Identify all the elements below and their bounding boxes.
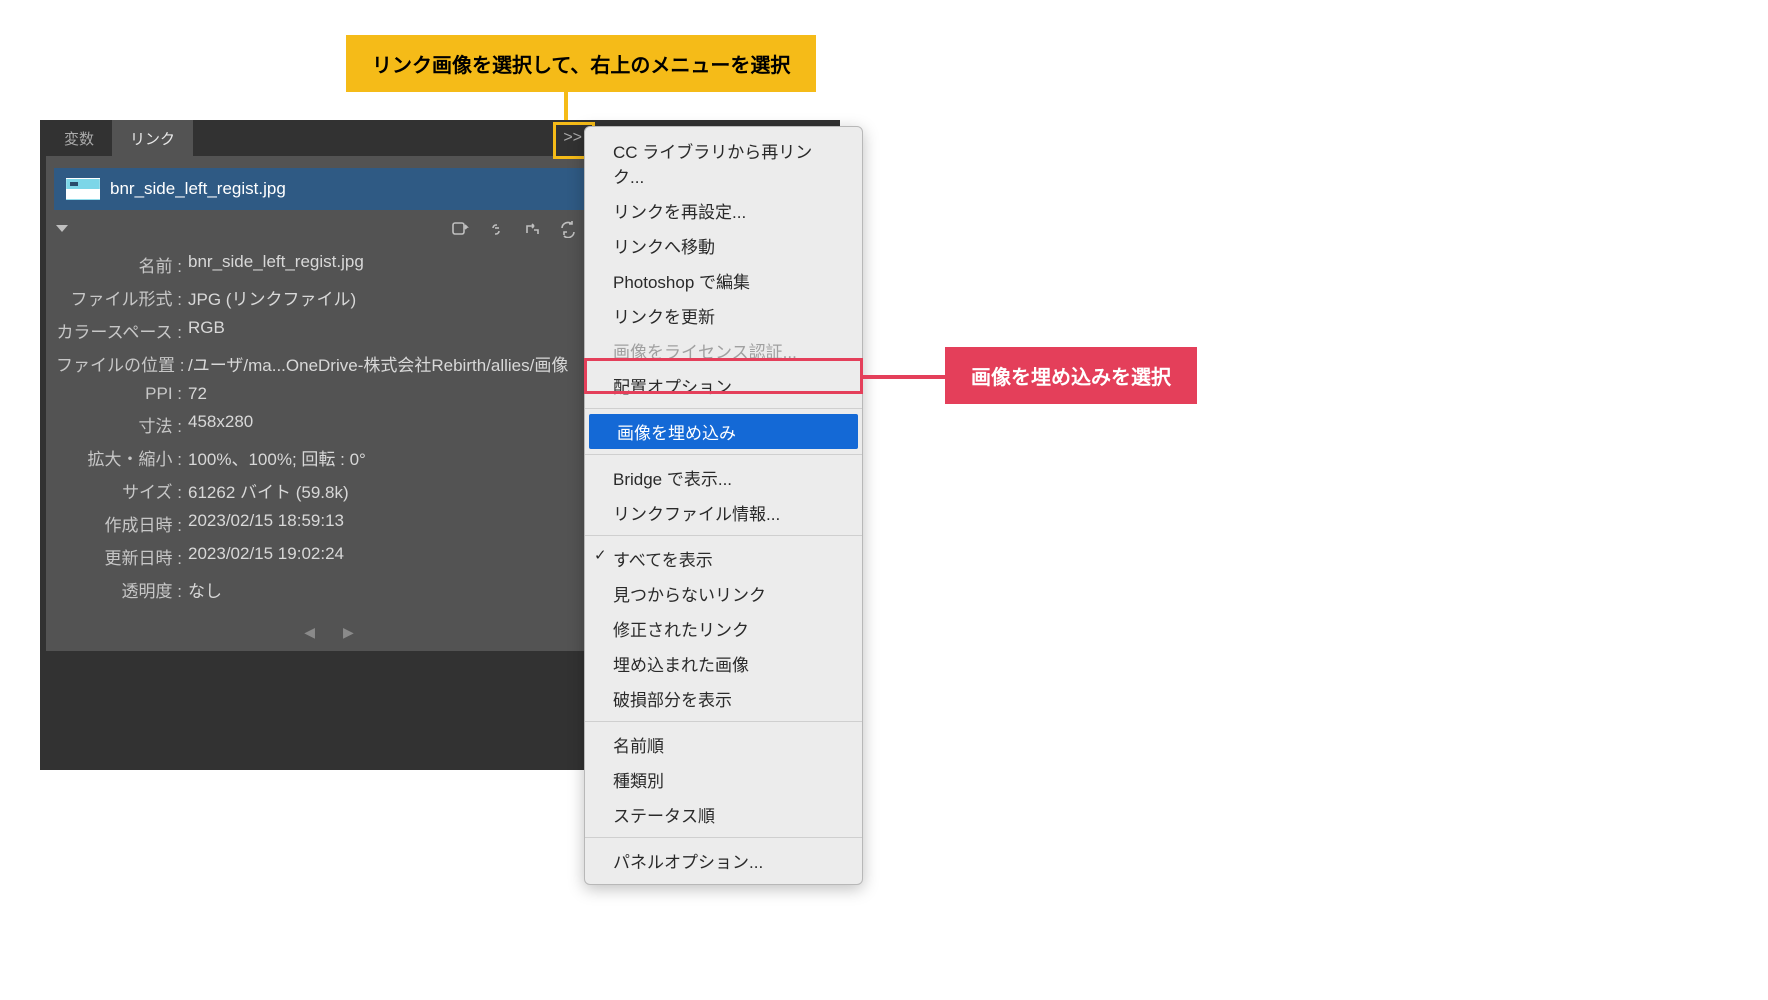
detail-label: 透明度 : [56, 577, 188, 602]
detail-row: 名前 :bnr_side_left_regist.jpg [56, 248, 614, 281]
menu-item[interactable]: リンクファイル情報... [585, 495, 862, 530]
menu-item[interactable]: ステータス順 [585, 797, 862, 832]
menu-separator [585, 408, 862, 409]
detail-value: 2023/02/15 19:02:24 [188, 544, 614, 569]
link-filename: bnr_side_left_regist.jpg [110, 179, 286, 199]
menu-separator [585, 454, 862, 455]
menu-item[interactable]: 名前順 [585, 727, 862, 762]
menu-separator [585, 535, 862, 536]
tab-variables[interactable]: 変数 [46, 120, 112, 157]
menu-item[interactable]: 種類別 [585, 762, 862, 797]
detail-value: 100%、100%; 回転 : 0° [188, 445, 614, 470]
detail-value: /ユーザ/ma...OneDrive-株式会社Rebirth/allies/画像 [188, 351, 614, 376]
menu-item[interactable]: 見つからないリンク [585, 576, 862, 611]
menu-item[interactable]: Bridge で表示... [585, 460, 862, 495]
detail-row: 拡大・縮小 :100%、100%; 回転 : 0° [56, 441, 614, 474]
annotation-right-line [863, 375, 945, 379]
update-link-icon[interactable] [558, 218, 578, 238]
detail-label: 寸法 : [56, 412, 188, 437]
detail-row: 寸法 :458x280 [56, 408, 614, 441]
detail-value: 458x280 [188, 412, 614, 437]
link-details: 名前 :bnr_side_left_regist.jpgファイル形式 :JPG … [46, 244, 624, 618]
menu-item[interactable]: リンクを更新 [585, 298, 862, 333]
detail-value: 2023/02/15 18:59:13 [188, 511, 614, 536]
detail-value: RGB [188, 318, 614, 343]
tab-links[interactable]: リンク [112, 120, 193, 157]
menu-item[interactable]: リンクを再設定... [585, 193, 862, 228]
caret-down-icon[interactable] [56, 225, 68, 232]
detail-label: カラースペース : [56, 318, 188, 343]
relink-cc-icon[interactable] [450, 218, 470, 238]
link-thumbnail [66, 178, 100, 200]
links-panel: 変数 リンク >> bnr_side_left_regist.jpg ⎘ 名前 … [46, 120, 624, 651]
menu-item[interactable]: パネルオプション... [585, 843, 862, 878]
annotation-top: リンク画像を選択して、右上のメニューを選択 [346, 35, 816, 92]
relink-icon[interactable] [486, 218, 506, 238]
detail-value: bnr_side_left_regist.jpg [188, 252, 614, 277]
detail-value: なし [188, 577, 614, 602]
detail-label: 名前 : [56, 252, 188, 277]
link-item-row[interactable]: bnr_side_left_regist.jpg ⎘ [54, 168, 616, 210]
detail-value: 61262 バイト (59.8k) [188, 478, 614, 503]
detail-label: ファイル形式 : [56, 285, 188, 310]
menu-item: 画像をライセンス認証... [585, 333, 862, 368]
menu-item[interactable]: 埋め込まれた画像 [585, 646, 862, 681]
detail-value: 72 [188, 384, 614, 404]
panel-toolbar [46, 210, 624, 244]
detail-label: 作成日時 : [56, 511, 188, 536]
detail-row: PPI :72 [56, 380, 614, 408]
panel-context-menu: CC ライブラリから再リンク...リンクを再設定...リンクへ移動Photosh… [584, 126, 863, 885]
menu-item[interactable]: リンクへ移動 [585, 228, 862, 263]
detail-row: ファイル形式 :JPG (リンクファイル) [56, 281, 614, 314]
annotation-right: 画像を埋め込みを選択 [945, 347, 1197, 404]
detail-row: ファイルの位置 :/ユーザ/ma...OneDrive-株式会社Rebirth/… [56, 347, 614, 380]
detail-label: 拡大・縮小 : [56, 445, 188, 470]
menu-item[interactable]: CC ライブラリから再リンク... [585, 133, 862, 193]
detail-label: ファイルの位置 : [56, 351, 188, 376]
detail-row: サイズ :61262 バイト (59.8k) [56, 474, 614, 507]
menu-item[interactable]: 配置オプション... [585, 368, 862, 403]
detail-value: JPG (リンクファイル) [188, 285, 614, 310]
goto-link-icon[interactable] [522, 218, 542, 238]
menu-item[interactable]: Photoshop で編集 [585, 263, 862, 298]
menu-item[interactable]: 画像を埋め込み [589, 414, 858, 449]
menu-separator [585, 837, 862, 838]
menu-item[interactable]: 修正されたリンク [585, 611, 862, 646]
menu-separator [585, 721, 862, 722]
detail-row: 更新日時 :2023/02/15 19:02:24 [56, 540, 614, 573]
annotation-top-line [564, 75, 568, 125]
menu-item[interactable]: 破損部分を表示 [585, 681, 862, 716]
nav-arrows[interactable]: ◀ ▶ [46, 618, 624, 651]
panel-tabs: 変数 リンク >> [46, 120, 624, 156]
detail-row: カラースペース :RGB [56, 314, 614, 347]
detail-label: サイズ : [56, 478, 188, 503]
detail-row: 透明度 :なし [56, 573, 614, 606]
detail-row: 作成日時 :2023/02/15 18:59:13 [56, 507, 614, 540]
menu-item[interactable]: すべてを表示 [585, 541, 862, 576]
detail-label: PPI : [56, 384, 188, 404]
detail-label: 更新日時 : [56, 544, 188, 569]
